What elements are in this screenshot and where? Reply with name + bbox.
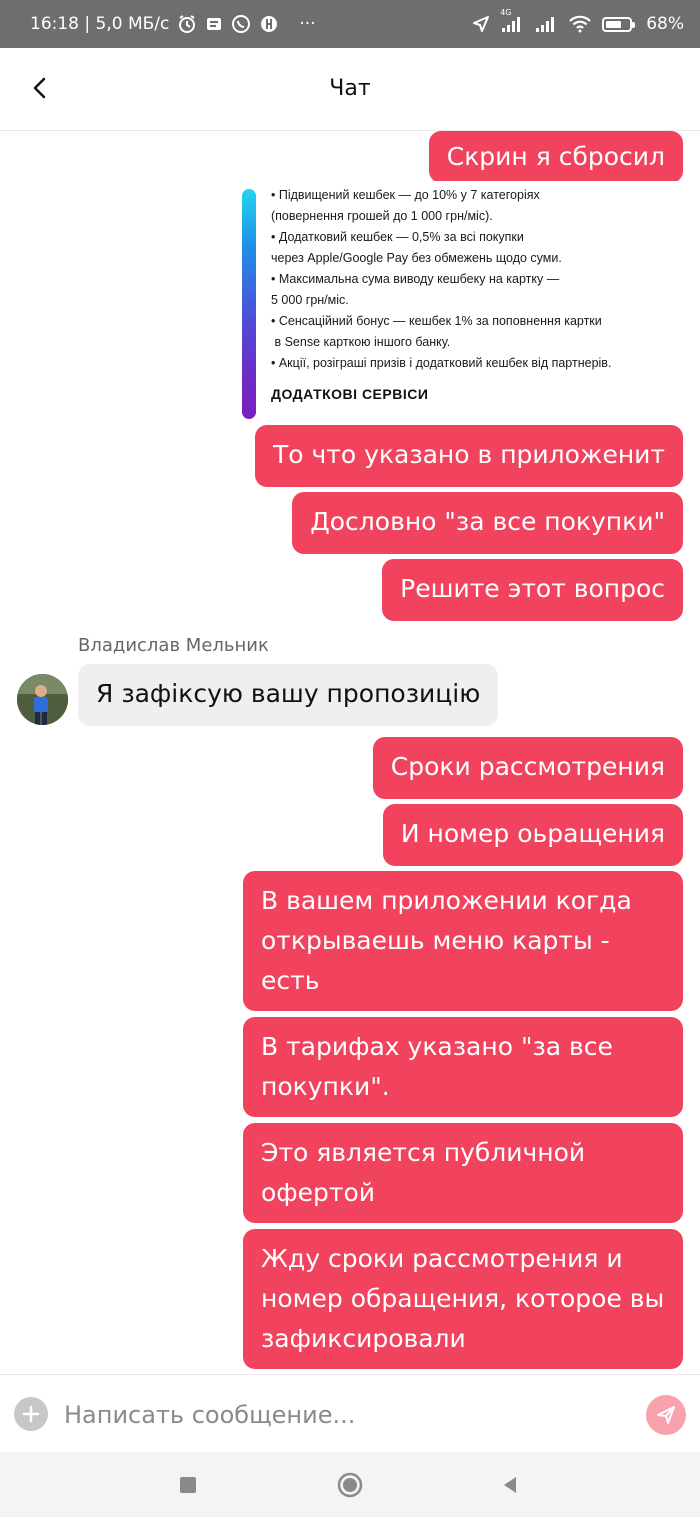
avatar[interactable] [17,674,68,725]
message-bubble-outgoing[interactable]: Решите этот вопрос [382,559,683,621]
battery-icon [602,16,636,32]
page-title: Чат [329,76,371,101]
card-gradient-bar [242,189,256,419]
image-screenshot-text: • Підвищений кешбек — до 10% у 7 категор… [271,188,612,370]
message-bubble-outgoing[interactable]: Жду сроки рассмотрения и номер обращения… [243,1229,683,1369]
message-image-attachment[interactable]: • Підвищений кешбек — до 10% у 7 категор… [242,181,683,421]
triangle-left-icon [504,1477,516,1493]
avatar-image [17,674,68,725]
battery-fill [606,20,622,28]
sender-name: Владислав Мельник [78,635,269,656]
network-type: 4G [500,8,512,17]
status-time-speed: 16:18 | 5,0 МБ/с [30,14,170,34]
message-bubble-outgoing[interactable]: Скрин я сбросил [428,131,683,183]
message-bubble-outgoing[interactable]: И номер оьращения [382,804,683,866]
message-bubble-incoming[interactable]: Я зафіксую вашу пропозицію [78,664,499,726]
battery-percent: 68% [646,14,684,34]
status-bar-right: 4G 68% [472,8,684,34]
message-composer [0,1374,700,1453]
chat-messages[interactable]: Скрин я сбросил • Підвищений кешбек — до… [0,131,700,1374]
message-bubble-outgoing[interactable]: Дословно "за все покупки" [292,492,683,554]
image-screenshot-heading: ДОДАТКОВІ СЕРВІСИ [271,386,429,402]
nav-recents-button[interactable] [173,1470,203,1500]
message-bubble-outgoing[interactable]: То что указано в приложенит [255,425,683,487]
nav-home-button[interactable] [335,1470,365,1500]
chat-header: Чат [0,48,700,131]
location-icon [472,15,490,33]
plus-icon [22,1405,40,1423]
circle-icon [337,1472,363,1498]
system-navigation-bar [0,1452,700,1517]
attach-button[interactable] [14,1397,48,1431]
send-button[interactable] [646,1395,686,1435]
app-notification-icon [259,14,279,34]
square-icon [180,1477,196,1493]
alarm-icon [177,14,197,34]
send-icon [657,1406,675,1424]
message-notification-icon [205,15,223,33]
more-notifications: ··· [299,14,316,34]
status-bar-left: 16:18 | 5,0 МБ/с ··· [30,14,472,34]
nav-back-button[interactable] [495,1470,525,1500]
viber-icon [231,14,251,34]
signal-icon [534,15,558,33]
signal-4g-icon: 4G [500,8,524,33]
message-bubble-outgoing[interactable]: Сроки рассмотрения [372,737,683,799]
message-bubble-outgoing[interactable]: Это является публичной офертой [243,1123,683,1223]
message-bubble-outgoing[interactable]: В тарифах указано "за все покупки". [243,1017,683,1117]
message-input[interactable] [62,1393,626,1437]
wifi-icon [568,15,592,33]
message-bubble-outgoing[interactable]: В вашем приложении когда открываешь меню… [243,871,683,1035]
status-bar: 16:18 | 5,0 МБ/с ··· 4G 68% [0,0,700,48]
